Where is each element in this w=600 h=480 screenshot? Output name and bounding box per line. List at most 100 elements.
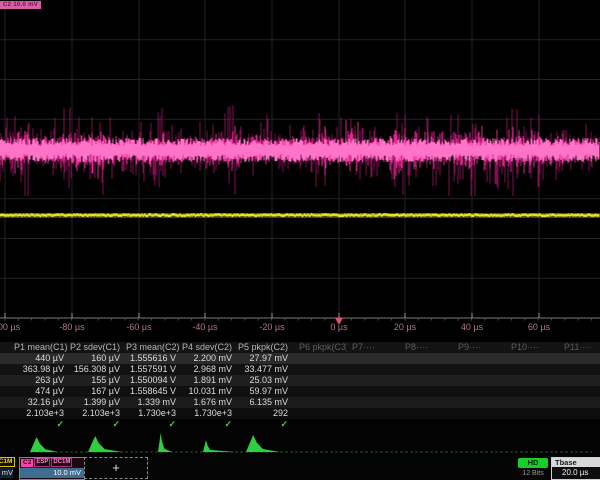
add-trace-button[interactable]: + (84, 457, 148, 479)
param-p9-stat-2 (453, 375, 506, 386)
param-p5-status: ✓ (238, 419, 294, 430)
param-header-p6[interactable]: P6 pkpk(C3) (294, 342, 347, 353)
histicon-svg (0, 430, 600, 456)
param-p2-stat-2: 155 µV (70, 375, 126, 386)
param-table-row: 474 µV167 µV1.558645 V10.031 mV59.97 mV (0, 386, 600, 397)
param-p1-stat-2: 263 µV (14, 375, 70, 386)
param-p3-stat-2: 1.550094 V (126, 375, 182, 386)
param-p4-stat-1: 2.968 mV (182, 364, 238, 375)
param-p5-stat-4: 6.135 mV (238, 397, 294, 408)
param-p11-stat-0 (559, 353, 600, 364)
param-p11-stat-1 (559, 364, 600, 375)
param-p9-stat-0 (453, 353, 506, 364)
param-header-p7[interactable]: P7···· (347, 342, 400, 353)
param-p3-stat-0: 1.555616 V (126, 353, 182, 364)
param-header-p1[interactable]: P1 mean(C1) (14, 342, 70, 353)
param-p6-stat-5 (294, 408, 347, 419)
param-p4-stat-0: 2.200 mV (182, 353, 238, 364)
param-p11-stat-2 (559, 375, 600, 386)
param-p4-stat-3: 10.031 mV (182, 386, 238, 397)
param-p4-stat-4: 1.676 mV (182, 397, 238, 408)
param-p3-stat-5: 1.730e+3 (126, 408, 182, 419)
param-p4-stat-5: 1.730e+3 (182, 408, 238, 419)
param-p6-stat-3 (294, 386, 347, 397)
param-header-p9[interactable]: P9···· (453, 342, 506, 353)
param-p4-status: ✓ (182, 419, 238, 430)
param-p3-status: ✓ (126, 419, 182, 430)
param-p7-status (347, 419, 400, 430)
param-table-row: 32.16 µV1.399 µV1.339 mV1.676 mV6.135 mV (0, 397, 600, 408)
param-header-p4[interactable]: P4 sdev(C2) (182, 342, 238, 353)
param-p9-status (453, 419, 506, 430)
param-p10-stat-0 (506, 353, 559, 364)
param-p9-stat-4 (453, 397, 506, 408)
param-p6-stat-0 (294, 353, 347, 364)
param-p10-stat-1 (506, 364, 559, 375)
time-axis-tick-label-2: -60 µs (126, 322, 151, 332)
param-header-p5[interactable]: P5 pkpk(C2) (238, 342, 294, 353)
param-p8-stat-1 (400, 364, 453, 375)
hd-mode-badge[interactable]: HD (518, 458, 548, 468)
param-p8-stat-4 (400, 397, 453, 408)
param-p5-stat-2: 25.03 mV (238, 375, 294, 386)
param-p10-stat-4 (506, 397, 559, 408)
param-p10-stat-2 (506, 375, 559, 386)
param-p11-stat-4 (559, 397, 600, 408)
param-p2-stat-3: 167 µV (70, 386, 126, 397)
param-p2-stat-0: 160 µV (70, 353, 126, 364)
param-table-row: 440 µV160 µV1.555616 V2.200 mV27.97 mV (0, 353, 600, 364)
param-p7-stat-2 (347, 375, 400, 386)
time-axis-tick-label-5: 0 µs (330, 322, 347, 332)
param-p8-stat-2 (400, 375, 453, 386)
param-header-p2[interactable]: P2 sdev(C1) (70, 342, 126, 353)
timebase-value: 20.0 µs (552, 467, 600, 478)
param-header-p10[interactable]: P10···· (506, 342, 559, 353)
param-p2-status: ✓ (70, 419, 126, 430)
c2-esp-badge: ESP (34, 458, 50, 467)
param-p9-stat-5 (453, 408, 506, 419)
param-p5-stat-1: 33.477 mV (238, 364, 294, 375)
param-p6-stat-1 (294, 364, 347, 375)
param-p8-stat-3 (400, 386, 453, 397)
c2-descriptor-box[interactable]: C2 ESP DC1M 10.0 mV (19, 457, 85, 480)
param-p7-stat-0 (347, 353, 400, 364)
hd-bits-label: 12 Bits (514, 470, 552, 477)
c1-descriptor-box[interactable]: DC1M 10.0 mV (0, 457, 18, 479)
param-p9-stat-1 (453, 364, 506, 375)
param-header-p8[interactable]: P8···· (400, 342, 453, 353)
top-left-trace-badge: C2 10.0 mV (0, 1, 41, 9)
time-axis-tick-label-4: -20 µs (259, 322, 284, 332)
histicon-strip (0, 430, 600, 456)
param-p2-stat-4: 1.399 µV (70, 397, 126, 408)
param-p2-stat-5: 2.103e+3 (70, 408, 126, 419)
param-p10-stat-3 (506, 386, 559, 397)
param-p11-stat-3 (559, 386, 600, 397)
c2-coupling-badge: DC1M (51, 458, 72, 467)
param-p11-stat-5 (559, 408, 600, 419)
param-p3-stat-4: 1.339 mV (126, 397, 182, 408)
waveform-svg (0, 0, 600, 342)
param-p1-status: ✓ (14, 419, 70, 430)
timebase-descriptor-box[interactable]: Tbase 20.0 µs (551, 457, 600, 480)
param-table-row: ✓✓✓✓✓ (0, 419, 600, 430)
param-p3-stat-1: 1.557591 V (126, 364, 182, 375)
param-p7-stat-3 (347, 386, 400, 397)
param-p3-stat-3: 1.558645 V (126, 386, 182, 397)
oscilloscope-screen: C2 10.0 mV -100 µs-80 µs-60 µs-40 µs-20 … (0, 0, 600, 480)
bottom-toolbar: DC1M 10.0 mV C2 ESP DC1M 10.0 mV + HD 12… (0, 457, 600, 480)
param-p7-stat-4 (347, 397, 400, 408)
param-p1-stat-0: 440 µV (14, 353, 70, 364)
measurement-table: P1 mean(C1)P2 sdev(C1)P3 mean(C2)P4 sdev… (0, 342, 600, 430)
param-p10-stat-5 (506, 408, 559, 419)
param-table-row: 363.98 µV156.308 µV1.557591 V2.968 mV33.… (0, 364, 600, 375)
param-p9-stat-3 (453, 386, 506, 397)
c2-descriptor-badges: C2 ESP DC1M (20, 458, 84, 467)
param-p2-stat-1: 156.308 µV (70, 364, 126, 375)
param-p5-stat-0: 27.97 mV (238, 353, 294, 364)
param-header-p3[interactable]: P3 mean(C2) (126, 342, 182, 353)
param-header-p11[interactable]: P11···· (559, 342, 600, 353)
param-p6-stat-2 (294, 375, 347, 386)
time-axis-tick-label-1: -80 µs (59, 322, 84, 332)
param-p8-status (400, 419, 453, 430)
param-p1-stat-3: 474 µV (14, 386, 70, 397)
